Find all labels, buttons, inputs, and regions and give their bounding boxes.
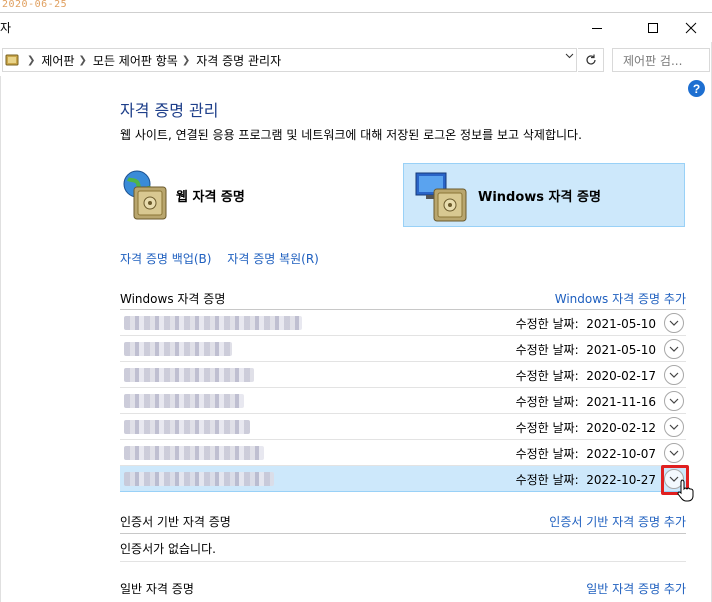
chevron-down-icon: [669, 450, 679, 456]
no-certificates-text: 인증서가 없습니다.: [120, 542, 216, 556]
credential-row[interactable]: 수정한 날짜: 2020-02-12: [120, 414, 686, 440]
chevron-right-icon: ❯: [78, 54, 87, 66]
modified-date: 수정한 날짜: 2021-11-16: [515, 395, 656, 409]
chevron-right-icon: ❯: [181, 54, 191, 66]
window-frame-left: [0, 76, 1, 602]
date-stamp-strip: 2020-06-25: [0, 0, 712, 12]
redacted-credential-name: [124, 472, 274, 486]
windows-section-title: Windows 자격 증명: [120, 292, 226, 306]
modified-date: 수정한 날짜: 2021-05-10: [515, 317, 656, 331]
page-title: 자격 증명 관리: [120, 101, 219, 120]
modified-date: 수정한 날짜: 2022-10-07: [515, 447, 656, 461]
credential-row[interactable]: 수정한 날짜: 2020-02-17: [120, 362, 686, 388]
restore-credentials-link[interactable]: 자격 증명 복원(R): [227, 252, 319, 266]
credential-row[interactable]: 수정한 날짜: 2021-11-16: [120, 388, 686, 414]
refresh-button[interactable]: [578, 48, 604, 72]
date-stamp: 2020-06-25: [2, 0, 68, 10]
modified-date: 수정한 날짜: 2020-02-17: [515, 369, 656, 383]
add-generic-credential-link[interactable]: 일반 자격 증명 추가: [586, 580, 686, 597]
chevron-down-icon: [669, 372, 679, 378]
maximize-icon: [648, 22, 658, 33]
web-vault-icon: [123, 170, 167, 220]
modified-date: 수정한 날짜: 2021-05-10: [515, 343, 656, 357]
section-divider: [120, 561, 686, 562]
search-input[interactable]: 제어판 검...: [612, 48, 710, 72]
windows-vault-icon: [415, 172, 467, 222]
minimize-icon: [592, 27, 602, 29]
credential-row-selected[interactable]: 수정한 날짜: 2022-10-27: [120, 466, 686, 492]
chevron-down-icon: [669, 346, 679, 352]
expand-button[interactable]: [664, 391, 684, 411]
section-divider: [120, 533, 686, 534]
hand-cursor-icon: [677, 479, 694, 502]
redacted-credential-name: [124, 420, 250, 434]
modified-date: 수정한 날짜: 2020-02-12: [515, 421, 656, 435]
web-credentials-tab[interactable]: 웹 자격 증명: [120, 163, 390, 227]
expand-button[interactable]: [664, 443, 684, 463]
chevron-down-icon: [565, 53, 573, 59]
breadcrumb-control-panel[interactable]: 제어판: [41, 52, 74, 69]
credential-row[interactable]: 수정한 날짜: 2022-10-07: [120, 440, 686, 466]
minimize-button[interactable]: [574, 13, 620, 42]
address-bar[interactable]: ❯ 제어판 ❯ 모든 제어판 항목 ❯ 자격 증명 관리자: [2, 48, 577, 72]
help-button[interactable]: ?: [688, 80, 705, 97]
close-button[interactable]: [668, 13, 712, 42]
backup-restore-links: 자격 증명 백업(B) 자격 증명 복원(R): [120, 250, 331, 267]
redacted-credential-name: [124, 342, 232, 356]
address-dropdown-button[interactable]: [562, 48, 576, 64]
window-title: 자: [0, 21, 12, 35]
generic-section-title: 일반 자격 증명: [120, 582, 194, 596]
chevron-right-icon: ❯: [27, 54, 36, 66]
chevron-down-icon: [669, 424, 679, 430]
close-icon: [685, 22, 697, 33]
page-subtitle: 웹 사이트, 연결된 응용 프로그램 및 네트워크에 대해 저장된 로그온 정보…: [120, 128, 582, 142]
refresh-icon: [585, 54, 596, 65]
title-bar: 자: [0, 12, 712, 42]
add-windows-credential-link[interactable]: Windows 자격 증명 추가: [555, 290, 686, 307]
control-panel-icon: [5, 54, 19, 66]
redacted-credential-name: [124, 316, 302, 330]
chevron-down-icon: [669, 398, 679, 404]
modified-date: 수정한 날짜: 2022-10-27: [515, 473, 656, 487]
redacted-credential-name: [124, 446, 264, 460]
breadcrumb-credential-manager[interactable]: 자격 증명 관리자: [196, 52, 281, 69]
address-row: ❯ 제어판 ❯ 모든 제어판 항목 ❯ 자격 증명 관리자 제어판 검...: [0, 44, 712, 76]
expand-button[interactable]: [664, 365, 684, 385]
expand-button[interactable]: [664, 417, 684, 437]
web-credentials-label: 웹 자격 증명: [176, 189, 245, 205]
certificate-section-title: 인증서 기반 자격 증명: [120, 515, 231, 529]
backup-credentials-link[interactable]: 자격 증명 백업(B): [120, 252, 211, 266]
chevron-down-icon: [669, 320, 679, 326]
add-certificate-credential-link[interactable]: 인증서 기반 자격 증명 추가: [549, 513, 686, 530]
redacted-credential-name: [124, 394, 244, 408]
expand-button[interactable]: [664, 313, 684, 333]
credential-row[interactable]: 수정한 날짜: 2021-05-10: [120, 310, 686, 336]
expand-button[interactable]: [664, 339, 684, 359]
credential-row[interactable]: 수정한 날짜: 2021-05-10: [120, 336, 686, 362]
windows-credentials-tab[interactable]: Windows 자격 증명: [403, 163, 685, 227]
windows-credentials-label: Windows 자격 증명: [478, 189, 601, 205]
breadcrumb-all-items[interactable]: 모든 제어판 항목: [93, 52, 178, 69]
redacted-credential-name: [124, 368, 254, 382]
